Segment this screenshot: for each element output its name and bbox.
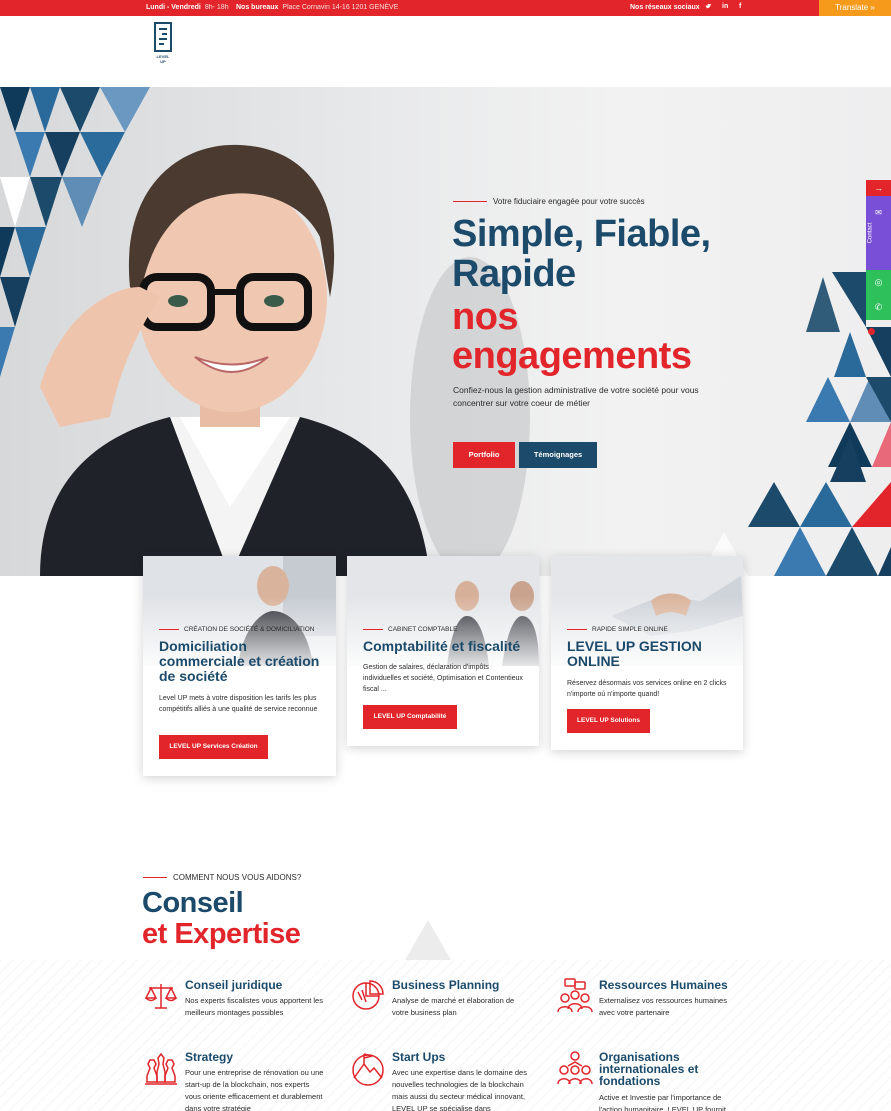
- card-title: Comptabilité et fiscalité: [363, 638, 521, 654]
- translate-button[interactable]: Translate »: [819, 0, 891, 16]
- feature-text: Analyse de marché et élaboration de votr…: [392, 996, 515, 1017]
- accounting-button[interactable]: LEVEL UP Comptabilité: [363, 705, 457, 729]
- feature-title: Ressources Humaines: [599, 978, 728, 992]
- hero-title-line3: nos: [452, 296, 519, 338]
- services-creation-button[interactable]: LEVEL UP Services Création: [159, 735, 268, 759]
- feature-title: Strategy: [185, 1050, 234, 1064]
- pie-chart-icon: [352, 980, 384, 1010]
- phone-button[interactable]: ✆: [866, 295, 891, 320]
- card-text: Level UP mets à votre disposition les ta…: [159, 695, 318, 713]
- contact-label: Contact: [867, 222, 874, 244]
- solutions-button[interactable]: LEVEL UP Solutions: [567, 709, 650, 733]
- whatsapp-button[interactable]: ◎: [866, 270, 891, 295]
- card-text: Gestion de salaires, déclaration d'impôt…: [363, 664, 523, 693]
- feature-text: Externalisez vos ressources humaines ave…: [599, 996, 727, 1017]
- section-eyebrow: COMMENT NOUS VOUS AIDONS?: [143, 873, 301, 882]
- office-value: Place Cornavin 14-16 1201 GENÈVE: [282, 4, 399, 11]
- hero-title-line4: engagements: [452, 335, 692, 377]
- hours-label: Lundi - Vendredi: [146, 4, 201, 11]
- logo-mark: [154, 22, 172, 52]
- service-card-creation: CRÉATION DE SOCIÉTÉ & DOMICILIATION Domi…: [143, 556, 336, 776]
- service-card-online: RAPIDE SIMPLE ONLINE LEVEL UP GESTION ON…: [551, 556, 743, 750]
- feature-text: Nos experts fiscalistes vous apportent l…: [185, 996, 323, 1017]
- organization-icon: [557, 1051, 593, 1085]
- scales-icon: [144, 984, 178, 1009]
- hours-value: 8h- 18h: [204, 4, 229, 11]
- section-title-line2: et Expertise: [142, 918, 301, 950]
- social-label: Nos réseaux sociaux: [630, 4, 700, 11]
- top-info-bar: Lundi - Vendredi 8h- 18h Nos bureaux Place…: [0, 0, 891, 16]
- feature-legal[interactable]: Conseil juridique Nos experts fiscaliste…: [143, 978, 343, 1028]
- feature-title: Conseil juridique: [185, 978, 283, 992]
- opening-hours: Lundi - Vendredi 8h- 18h: [146, 4, 229, 11]
- feature-business-planning[interactable]: Business Planning Analyse de marché et é…: [350, 978, 550, 1028]
- whatsapp-icon: ◎: [874, 277, 883, 287]
- card-title: Domiciliation commerciale et création de…: [159, 638, 320, 684]
- feature-text: Pour une entreprise de rénovation ou une…: [185, 1068, 324, 1111]
- feature-title: Organisations internationales et fondati…: [599, 1050, 699, 1088]
- site-header: LEVEL UP: [0, 16, 891, 87]
- side-arrow-button[interactable]: →: [866, 180, 891, 196]
- mountain-flag-icon: [352, 1053, 384, 1086]
- hero-eyebrow: Votre fiduciaire engagée pour votre succ…: [453, 197, 645, 206]
- office-label: Nos bureaux: [236, 4, 279, 11]
- testimonials-button[interactable]: Témoignages: [519, 442, 597, 468]
- card-tag: RAPIDE SIMPLE ONLINE: [567, 626, 668, 633]
- card-tag: CRÉATION DE SOCIÉTÉ & DOMICILIATION: [159, 626, 315, 633]
- feature-text: Active et Investie par l'importance de l…: [599, 1093, 726, 1111]
- feature-title: Start Ups: [392, 1050, 446, 1064]
- envelope-icon: ✉: [875, 208, 882, 217]
- arrow-right-icon: →: [874, 183, 883, 193]
- phone-icon: ✆: [874, 302, 883, 312]
- facebook-icon[interactable]: f: [739, 3, 741, 10]
- feature-organizations[interactable]: Organisations internationales et fondati…: [557, 1050, 757, 1111]
- chess-icon: [145, 1052, 177, 1085]
- card-tag: CABINET COMPTABLE: [363, 626, 457, 633]
- feature-strategy[interactable]: Strategy Pour une entreprise de rénovati…: [143, 1050, 343, 1111]
- site-logo[interactable]: LEVEL UP: [154, 22, 172, 64]
- twitter-icon[interactable]: [705, 3, 712, 12]
- team-chat-icon: [557, 978, 593, 1013]
- linkedin-icon[interactable]: in: [722, 3, 728, 10]
- portfolio-button[interactable]: Portfolio: [453, 442, 515, 468]
- service-card-accounting: CABINET COMPTABLE Comptabilité et fiscal…: [347, 556, 539, 746]
- office-address: Nos bureaux Place Cornavin 14-16 1201 GEN…: [236, 4, 398, 11]
- feature-text: Avec une expertise dans le domaine des n…: [392, 1068, 527, 1111]
- card-title: LEVEL UP GESTION ONLINE: [567, 638, 702, 669]
- feature-hr[interactable]: Ressources Humaines Externalisez vos res…: [557, 978, 757, 1028]
- feature-startups[interactable]: Start Ups Avec une expertise dans le dom…: [350, 1050, 550, 1111]
- side-contact-button[interactable]: ✉ Contact: [866, 196, 891, 270]
- section-decor-triangle: [405, 920, 451, 960]
- hero-title-line1: Simple, Fiable,: [452, 213, 711, 255]
- logo-text: LEVEL UP: [156, 54, 170, 64]
- hero-description: Confiez-nous la gestion administrative d…: [453, 385, 699, 408]
- card-text: Réservez désormais vos services online e…: [567, 680, 727, 698]
- hero-section: Votre fiduciaire engagée pour votre succ…: [0, 87, 891, 576]
- hero-title-line2: Rapide: [452, 253, 576, 295]
- status-dot: [868, 328, 875, 335]
- section-title-line1: Conseil: [142, 887, 244, 919]
- feature-title: Business Planning: [392, 978, 500, 992]
